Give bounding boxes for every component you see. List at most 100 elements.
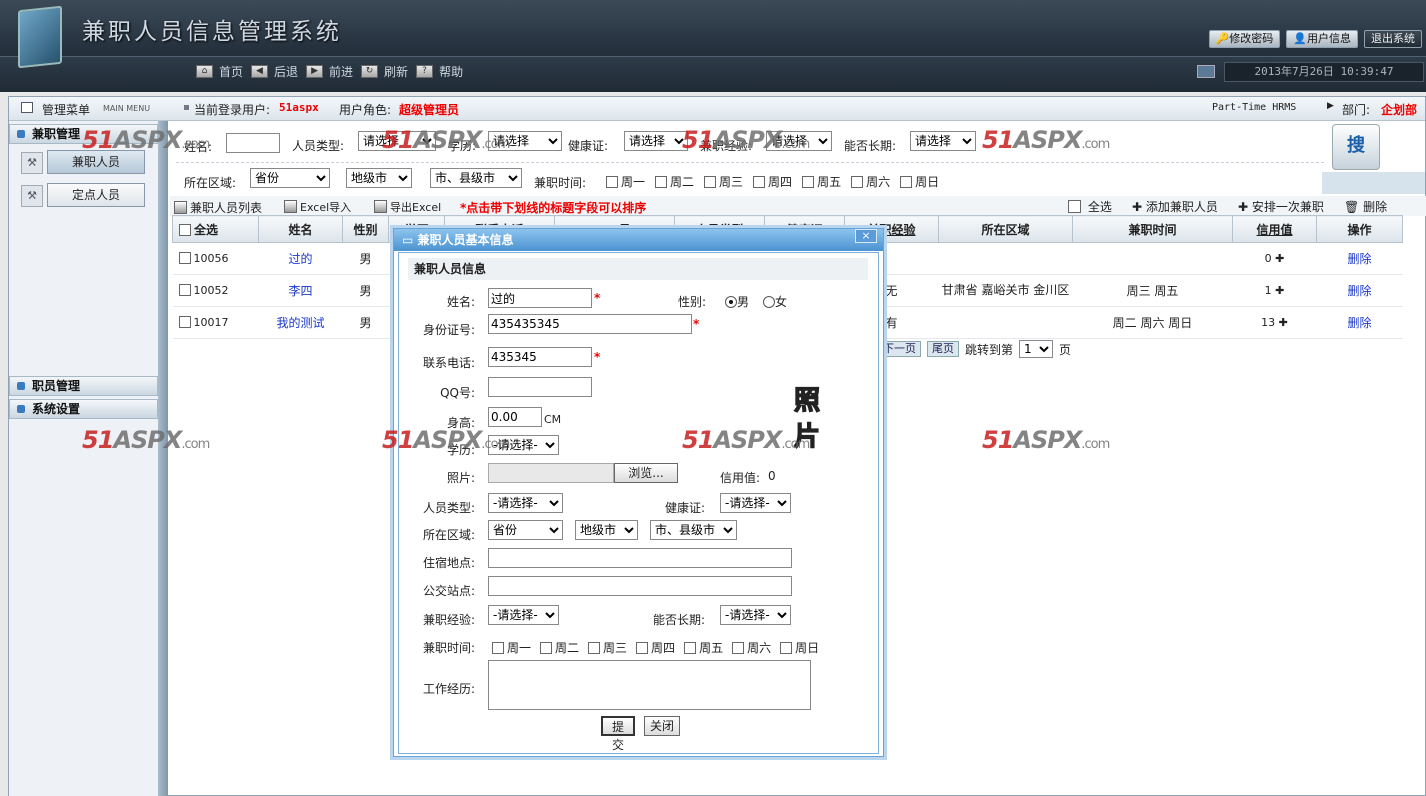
user-icon: 👤 [1293,32,1307,45]
work-history-textarea[interactable] [488,660,811,710]
day-checkboxes: 周一 周二 周三 周四 周五 周六 周日 [492,639,819,656]
dialog-close-icon[interactable]: × [855,229,877,243]
day-thu[interactable]: 周四 [753,173,792,190]
nav-refresh[interactable]: ↻ 刷新 [361,63,408,80]
day-mon[interactable]: 周一 [492,639,531,656]
arrow-right-icon: ▶ [1327,101,1334,111]
col-name[interactable]: 姓名 [258,215,343,243]
info-bar: 管理菜单 MAIN MENU 当前登录用户: 51aspx 用户角色: 超级管理… [9,97,1425,121]
app-title: 兼职人员信息管理系统 [82,19,342,45]
province-select[interactable]: 省份 [488,520,563,540]
phone-field[interactable] [488,347,592,367]
page-select[interactable]: 1 [1019,340,1054,358]
row-select[interactable]: 10017 [172,306,259,339]
last-page-button[interactable]: 尾页 [927,341,959,357]
dialog-title-bar[interactable]: ▭ 兼职人员基本信息 [394,229,883,251]
day-fri[interactable]: 周五 [802,173,841,190]
sidebar-group-employee[interactable]: 职员管理 [9,376,158,396]
add-credit-icon[interactable]: ✚ [1279,316,1288,329]
county-select[interactable]: 市、县级市 [650,520,737,540]
delete-link[interactable]: 删除 [1316,306,1403,339]
nav-back[interactable]: ◀ 后退 [251,63,298,80]
type-select[interactable]: -请选择- [488,493,563,513]
role-value: 超级管理员 [399,103,460,117]
bus-label: 公交站点: [422,584,475,598]
excel-import-button[interactable]: Excel导入 [284,199,351,215]
nav-forward[interactable]: ▶ 前进 [306,63,353,80]
day-wed[interactable]: 周三 [588,639,627,656]
add-parttime-button[interactable]: ✚ 添加兼职人员 [1132,198,1218,215]
select-all-checkbox[interactable]: 全选 [1068,198,1112,215]
health-select[interactable]: -请选择- [720,493,791,513]
city-select[interactable]: 地级市 [346,168,412,188]
tab-parttime-list[interactable]: 兼职人员列表 [174,199,262,216]
gender-female-radio[interactable]: 女 [763,293,787,310]
day-sun[interactable]: 周日 [900,173,939,190]
day-sat[interactable]: 周六 [851,173,890,190]
longterm-select[interactable]: -请选择- [720,605,791,625]
name-field[interactable] [488,288,592,308]
search-button[interactable]: 搜 [1332,124,1380,170]
photo-path-field[interactable] [488,463,614,483]
city-select[interactable]: 地级市 [575,520,638,540]
day-sat[interactable]: 周六 [732,639,771,656]
nav-help[interactable]: ? 帮助 [416,63,463,80]
arrange-parttime-button[interactable]: ✚ 安排一次兼职 [1238,198,1324,215]
bus-stop-field[interactable] [488,576,792,596]
sidebar-item-fixed-staff[interactable]: 定点人员 [47,183,145,207]
longterm-select[interactable]: 请选择 [910,131,976,151]
page-suffix: 页 [1059,342,1072,357]
health-select[interactable]: 请选择 [624,131,688,151]
col-area[interactable]: 所在区域 [938,215,1073,243]
menu-title: 管理菜单 [42,103,91,117]
close-button[interactable]: 关闭 [644,716,680,736]
county-select[interactable]: 市、县级市 [430,168,522,188]
cell-area [938,242,1073,275]
row-select[interactable]: 10056 [172,242,259,275]
required-mark: * [594,291,601,305]
delete-link[interactable]: 删除 [1316,274,1403,307]
qq-field[interactable] [488,377,592,397]
day-sun[interactable]: 周日 [780,639,819,656]
day-mon[interactable]: 周一 [606,173,645,190]
next-page-button[interactable]: 下一页 [878,341,921,357]
day-wed[interactable]: 周三 [704,173,743,190]
cell-area: 甘肃省 嘉峪关市 金川区 [938,274,1073,307]
cell-name[interactable]: 李四 [258,274,343,307]
col-select-all[interactable]: 全选 [172,215,259,243]
name-input[interactable] [226,133,280,153]
day-thu[interactable]: 周四 [636,639,675,656]
submit-button[interactable]: 提交 [601,716,635,752]
col-credit[interactable]: 信用值 [1232,215,1317,243]
id-number-field[interactable] [488,314,692,334]
day-tue[interactable]: 周二 [655,173,694,190]
excel-export-button[interactable]: 导出Excel [374,199,441,215]
nav-home[interactable]: ⌂ 首页 [196,63,243,80]
change-password-button[interactable]: 🔑修改密码 [1208,30,1281,48]
cell-name[interactable]: 我的测试 [258,306,343,339]
sidebar-splitter[interactable] [158,121,168,796]
day-fri[interactable]: 周五 [684,639,723,656]
cell-name[interactable]: 过的 [258,242,343,275]
delete-link[interactable]: 删除 [1316,242,1403,275]
add-credit-icon[interactable]: ✚ [1275,284,1284,297]
logout-button[interactable]: 退出系统 [1364,30,1422,48]
height-field[interactable] [488,407,542,427]
row-select[interactable]: 10052 [172,274,259,307]
province-select[interactable]: 省份 [250,168,330,188]
col-gender[interactable]: 性别 [342,215,389,243]
system-name: Part-Time HRMS [1212,102,1297,113]
experience-select[interactable]: -请选择- [488,605,559,625]
divider [176,162,1324,163]
browse-button[interactable]: 浏览... [614,463,678,483]
history-label: 工作经历: [422,682,475,696]
day-tue[interactable]: 周二 [540,639,579,656]
sidebar-group-settings[interactable]: 系统设置 [9,399,158,419]
address-field[interactable] [488,548,792,568]
delete-button[interactable]: 🗑 删除 [1344,198,1387,215]
col-time[interactable]: 兼职时间 [1072,215,1233,243]
gender-male-radio[interactable]: 男 [725,293,749,310]
cell-area [938,306,1073,339]
add-credit-icon[interactable]: ✚ [1275,252,1284,265]
user-info-button[interactable]: 👤用户信息 [1286,30,1358,48]
